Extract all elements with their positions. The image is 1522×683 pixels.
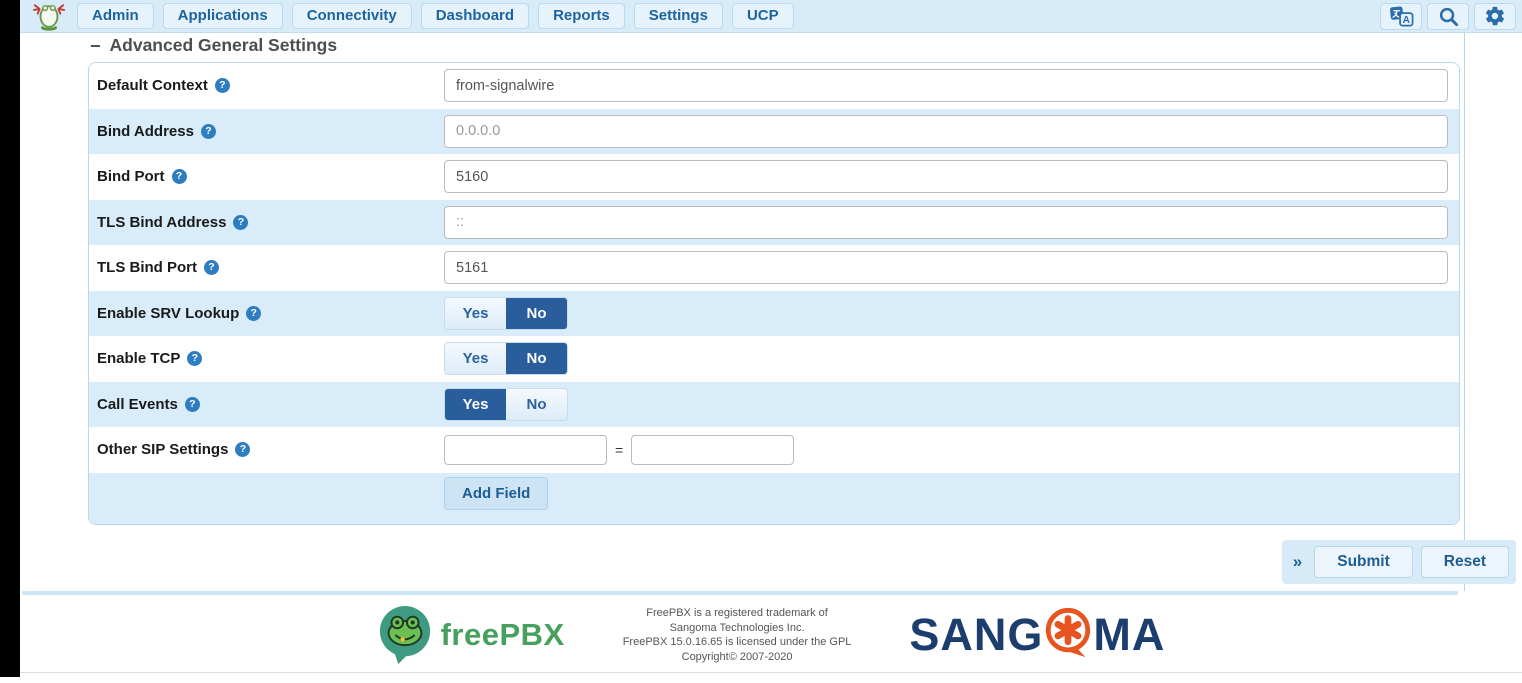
- enable-tcp-yes-button[interactable]: Yes: [445, 343, 506, 374]
- section-header-advanced-general-settings[interactable]: − Advanced General Settings: [90, 35, 337, 56]
- add-field-row: Add Field: [89, 473, 1459, 524]
- bind-port-input[interactable]: [444, 160, 1448, 193]
- enable-srv-lookup-no-button[interactable]: No: [506, 298, 567, 329]
- tls-bind-address-label: TLS Bind Address: [97, 214, 226, 231]
- setting-row-enable-srv-lookup: Enable SRV Lookup ? Yes No: [89, 291, 1459, 337]
- bind-address-label: Bind Address: [97, 123, 194, 140]
- freepbx-logo: freePBX: [377, 605, 565, 665]
- enable-tcp-toggle: Yes No: [444, 342, 568, 375]
- call-events-label: Call Events: [97, 396, 178, 413]
- nav-tab-ucp[interactable]: UCP: [732, 3, 794, 29]
- enable-tcp-label: Enable TCP: [97, 350, 180, 367]
- help-icon[interactable]: ?: [187, 351, 202, 366]
- help-icon[interactable]: ?: [246, 306, 261, 321]
- row-label: Enable TCP ?: [97, 350, 444, 367]
- equals-sign: =: [615, 442, 623, 458]
- bind-port-label: Bind Port: [97, 168, 165, 185]
- advanced-general-settings-panel: Default Context ? Bind Address ? Bind Po…: [88, 62, 1460, 525]
- setting-row-tls-bind-address: TLS Bind Address ?: [89, 200, 1459, 246]
- nav-tab-dashboard[interactable]: Dashboard: [421, 3, 529, 29]
- add-field-button[interactable]: Add Field: [444, 477, 548, 510]
- footer-bottom-border: [20, 672, 1522, 673]
- help-icon[interactable]: ?: [201, 124, 216, 139]
- nav-tab-admin[interactable]: Admin: [77, 3, 154, 29]
- nav-tab-reports[interactable]: Reports: [538, 3, 625, 29]
- enable-srv-lookup-label: Enable SRV Lookup: [97, 305, 239, 322]
- other-sip-settings-label: Other SIP Settings: [97, 441, 228, 458]
- help-icon[interactable]: ?: [204, 260, 219, 275]
- language-translate-icon[interactable]: A: [1380, 3, 1422, 30]
- nav-icon-group: A: [1380, 3, 1516, 30]
- setting-row-other-sip-settings: Other SIP Settings ? =: [89, 427, 1459, 473]
- tls-bind-address-input[interactable]: [444, 206, 1448, 239]
- footer-divider: [22, 591, 1458, 595]
- nav-tab-applications[interactable]: Applications: [163, 3, 283, 29]
- row-label: Bind Port ?: [97, 168, 444, 185]
- enable-srv-lookup-yes-button[interactable]: Yes: [445, 298, 506, 329]
- submit-button[interactable]: Submit: [1314, 546, 1413, 578]
- footer: freePBX FreePBX is a registered trademar…: [20, 600, 1522, 670]
- call-events-toggle: Yes No: [444, 388, 568, 421]
- sangoma-wordmark-right: MA: [1093, 609, 1165, 661]
- default-context-label: Default Context: [97, 77, 208, 94]
- top-navbar: Admin Applications Connectivity Dashboar…: [0, 0, 1522, 33]
- row-label: Enable SRV Lookup ?: [97, 305, 444, 322]
- call-events-yes-button[interactable]: Yes: [445, 389, 506, 420]
- setting-row-call-events: Call Events ? Yes No: [89, 382, 1459, 428]
- tls-bind-port-input[interactable]: [444, 251, 1448, 284]
- section-title: Advanced General Settings: [110, 35, 338, 56]
- other-sip-key-input[interactable]: [444, 435, 607, 465]
- row-label: TLS Bind Port ?: [97, 259, 444, 276]
- help-icon[interactable]: ?: [233, 215, 248, 230]
- row-label: Other SIP Settings ?: [97, 441, 444, 458]
- default-context-input[interactable]: [444, 69, 1448, 102]
- freepbx-frog-icon[interactable]: [33, 2, 65, 31]
- content-right-border: [1464, 33, 1465, 591]
- form-action-bar: » Submit Reset: [1282, 540, 1516, 584]
- freepbx-bubble-icon: [377, 605, 433, 665]
- help-icon[interactable]: ?: [172, 169, 187, 184]
- left-black-strip: [0, 0, 20, 677]
- row-label: Default Context ?: [97, 77, 444, 94]
- enable-srv-lookup-toggle: Yes No: [444, 297, 568, 330]
- bind-address-input[interactable]: [444, 115, 1448, 148]
- sangoma-asterisk-icon: [1041, 605, 1095, 661]
- footer-license-text: FreePBX is a registered trademark of San…: [623, 606, 852, 664]
- tls-bind-port-label: TLS Bind Port: [97, 259, 197, 276]
- setting-row-default-context: Default Context ?: [89, 63, 1459, 109]
- other-sip-value-input[interactable]: [631, 435, 794, 465]
- help-icon[interactable]: ?: [235, 442, 250, 457]
- setting-row-enable-tcp: Enable TCP ? Yes No: [89, 336, 1459, 382]
- expand-actions-chevron-icon[interactable]: »: [1289, 552, 1306, 572]
- enable-tcp-no-button[interactable]: No: [506, 343, 567, 374]
- help-icon[interactable]: ?: [215, 78, 230, 93]
- help-icon[interactable]: ?: [185, 397, 200, 412]
- footer-line-4: Copyright© 2007-2020: [623, 650, 852, 665]
- sangoma-logo: SANG MA: [909, 607, 1165, 663]
- nav-tab-connectivity[interactable]: Connectivity: [292, 3, 412, 29]
- freepbx-wordmark: freePBX: [441, 617, 565, 653]
- footer-line-1: FreePBX is a registered trademark of: [623, 606, 852, 621]
- row-label: Bind Address ?: [97, 123, 444, 140]
- search-icon[interactable]: [1427, 3, 1469, 30]
- nav-tab-settings[interactable]: Settings: [634, 3, 723, 29]
- row-label: Call Events ?: [97, 396, 444, 413]
- settings-gear-icon[interactable]: [1474, 3, 1516, 30]
- reset-button[interactable]: Reset: [1421, 546, 1509, 578]
- svg-text:A: A: [1402, 15, 1410, 26]
- footer-line-2: Sangoma Technologies Inc.: [623, 621, 852, 636]
- setting-row-bind-port: Bind Port ?: [89, 154, 1459, 200]
- setting-row-tls-bind-port: TLS Bind Port ?: [89, 245, 1459, 291]
- collapse-minus-icon[interactable]: −: [90, 37, 101, 55]
- setting-row-bind-address: Bind Address ?: [89, 109, 1459, 155]
- sangoma-wordmark-left: SANG: [909, 609, 1043, 661]
- nav-tabs: Admin Applications Connectivity Dashboar…: [77, 3, 794, 29]
- call-events-no-button[interactable]: No: [506, 389, 567, 420]
- footer-line-3: FreePBX 15.0.16.65 is licensed under the…: [623, 635, 852, 650]
- row-label: TLS Bind Address ?: [97, 214, 444, 231]
